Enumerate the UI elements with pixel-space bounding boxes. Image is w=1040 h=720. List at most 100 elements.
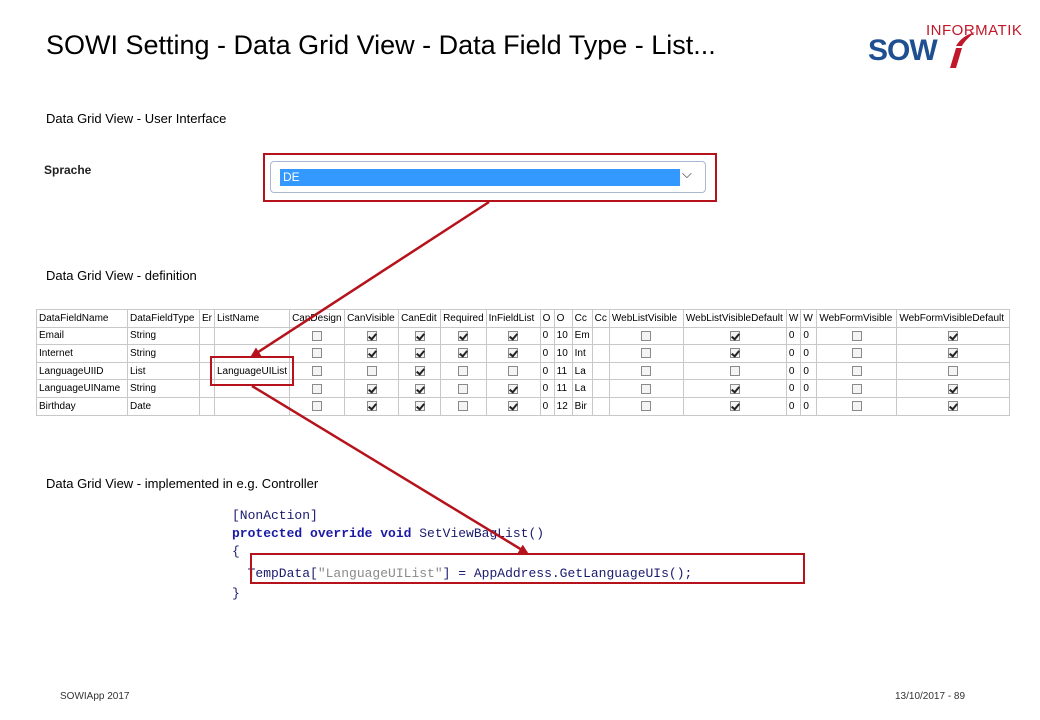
checkbox-checked[interactable] <box>508 401 519 412</box>
grid-cell-wlv[interactable] <box>608 396 684 416</box>
checkbox-checked[interactable] <box>948 348 959 359</box>
grid-cell-ce[interactable] <box>398 344 442 363</box>
grid-cell-wlvd[interactable] <box>682 361 787 381</box>
grid-header-cell[interactable]: CanVisible <box>344 309 400 328</box>
grid-cell-wfv[interactable] <box>816 344 898 363</box>
grid-cell-empty[interactable] <box>591 379 610 398</box>
checkbox-unchecked[interactable] <box>948 365 959 376</box>
grid-header-cell[interactable]: DataFieldName <box>36 309 128 328</box>
grid-header-cell[interactable]: WebFormVisibleDefault <box>896 309 1011 328</box>
grid-cell-wlv[interactable] <box>608 361 684 381</box>
grid-cell-ce[interactable] <box>398 379 442 398</box>
checkbox-checked[interactable] <box>729 330 740 341</box>
grid-cell-cd[interactable] <box>289 379 346 398</box>
grid-cell-o2[interactable]: 11 <box>553 379 573 398</box>
checkbox-checked[interactable] <box>414 383 425 394</box>
grid-cell-req[interactable] <box>440 344 487 363</box>
checkbox-unchecked[interactable] <box>851 401 862 412</box>
checkbox-checked[interactable] <box>414 330 425 341</box>
checkbox-unchecked[interactable] <box>851 365 862 376</box>
grid-cell-o2[interactable]: 10 <box>553 326 573 346</box>
grid-header-cell[interactable]: Required <box>440 309 487 328</box>
checkbox-checked[interactable] <box>729 348 740 359</box>
grid-header-cell[interactable]: W <box>785 309 802 328</box>
checkbox-unchecked[interactable] <box>312 365 323 376</box>
checkbox-unchecked[interactable] <box>851 383 862 394</box>
checkbox-checked[interactable] <box>366 401 377 412</box>
grid-cell-w2[interactable]: 0 <box>800 379 818 398</box>
grid-cell-wfv[interactable] <box>816 361 898 381</box>
checkbox-checked[interactable] <box>948 330 959 341</box>
checkbox-unchecked[interactable] <box>312 383 323 394</box>
table-row[interactable]: LanguageUIID List LanguageUIList 0 11 La 0 0 <box>36 361 1011 381</box>
grid-cell-req[interactable] <box>440 361 487 381</box>
checkbox-unchecked[interactable] <box>641 365 652 376</box>
checkbox-checked[interactable] <box>366 330 377 341</box>
grid-cell-o1[interactable]: 0 <box>539 344 555 363</box>
grid-cell-cd[interactable] <box>289 361 346 381</box>
checkbox-unchecked[interactable] <box>729 365 740 376</box>
grid-header-cell[interactable]: W <box>800 309 818 328</box>
grid-cell-wfv[interactable] <box>816 396 898 416</box>
grid-cell-empty[interactable] <box>591 344 610 363</box>
grid-cell-cv[interactable] <box>344 396 400 416</box>
grid-cell-w2[interactable]: 0 <box>800 344 818 363</box>
grid-cell-empty[interactable] <box>591 361 610 381</box>
grid-cell-name[interactable]: LanguageUIID <box>36 361 128 381</box>
checkbox-unchecked[interactable] <box>312 348 323 359</box>
grid-cell-empty[interactable] <box>591 396 610 416</box>
checkbox-unchecked[interactable] <box>458 401 469 412</box>
grid-cell-w1[interactable]: 0 <box>785 396 802 416</box>
grid-cell-wfvd[interactable] <box>896 379 1011 398</box>
grid-cell-type[interactable]: String <box>127 344 200 363</box>
table-row[interactable]: LanguageUIName String 0 11 La 0 0 <box>36 379 1011 398</box>
grid-cell-wlvd[interactable] <box>682 396 787 416</box>
grid-cell-c1[interactable]: Bir <box>571 396 593 416</box>
grid-cell-req[interactable] <box>440 326 487 346</box>
grid-cell-ce[interactable] <box>398 396 442 416</box>
checkbox-unchecked[interactable] <box>508 365 519 376</box>
grid-cell-w1[interactable]: 0 <box>785 379 802 398</box>
checkbox-checked[interactable] <box>508 348 519 359</box>
grid-header-cell[interactable]: WebListVisibleDefault <box>682 309 787 328</box>
grid-cell-w1[interactable]: 0 <box>785 361 802 381</box>
grid-cell-c1[interactable]: Int <box>571 344 593 363</box>
grid-cell-ifl[interactable] <box>485 361 541 381</box>
grid-cell-empty[interactable] <box>591 326 610 346</box>
checkbox-unchecked[interactable] <box>851 330 862 341</box>
grid-header-cell[interactable]: Er <box>199 309 215 328</box>
grid-cell-wfvd[interactable] <box>896 361 1011 381</box>
grid-cell-wlv[interactable] <box>608 379 684 398</box>
table-row[interactable]: Internet String 0 10 Int 0 0 <box>36 344 1011 363</box>
grid-cell-name[interactable]: Birthday <box>36 396 128 416</box>
grid-cell-type[interactable]: String <box>127 326 200 346</box>
checkbox-checked[interactable] <box>414 365 425 376</box>
grid-header-cell[interactable]: Cc <box>591 309 610 328</box>
grid-cell-wfvd[interactable] <box>896 396 1011 416</box>
grid-header-cell[interactable]: ListName <box>213 309 291 328</box>
grid-cell-empty[interactable] <box>199 396 215 416</box>
checkbox-checked[interactable] <box>366 383 377 394</box>
checkbox-unchecked[interactable] <box>312 401 323 412</box>
grid-cell-o1[interactable]: 0 <box>539 379 555 398</box>
grid-header-cell[interactable]: DataFieldType <box>127 309 200 328</box>
grid-cell-ifl[interactable] <box>485 326 541 346</box>
grid-cell-ifl[interactable] <box>485 396 541 416</box>
grid-cell-o1[interactable]: 0 <box>539 396 555 416</box>
grid-cell-wlvd[interactable] <box>682 344 787 363</box>
grid-cell-c1[interactable]: Em <box>571 326 593 346</box>
grid-cell-wlvd[interactable] <box>682 326 787 346</box>
checkbox-unchecked[interactable] <box>851 348 862 359</box>
grid-cell-ifl[interactable] <box>485 344 541 363</box>
checkbox-checked[interactable] <box>508 330 519 341</box>
checkbox-checked[interactable] <box>458 330 469 341</box>
grid-cell-wfv[interactable] <box>816 379 898 398</box>
grid-cell-cv[interactable] <box>344 326 400 346</box>
grid-header-cell[interactable]: CanDesign <box>289 309 346 328</box>
grid-cell-type[interactable]: List <box>127 361 200 381</box>
grid-cell-wlvd[interactable] <box>682 379 787 398</box>
grid-cell-ifl[interactable] <box>485 379 541 398</box>
grid-header-cell[interactable]: CanEdit <box>398 309 442 328</box>
grid-cell-c1[interactable]: La <box>571 379 593 398</box>
grid-cell-o2[interactable]: 12 <box>553 396 573 416</box>
